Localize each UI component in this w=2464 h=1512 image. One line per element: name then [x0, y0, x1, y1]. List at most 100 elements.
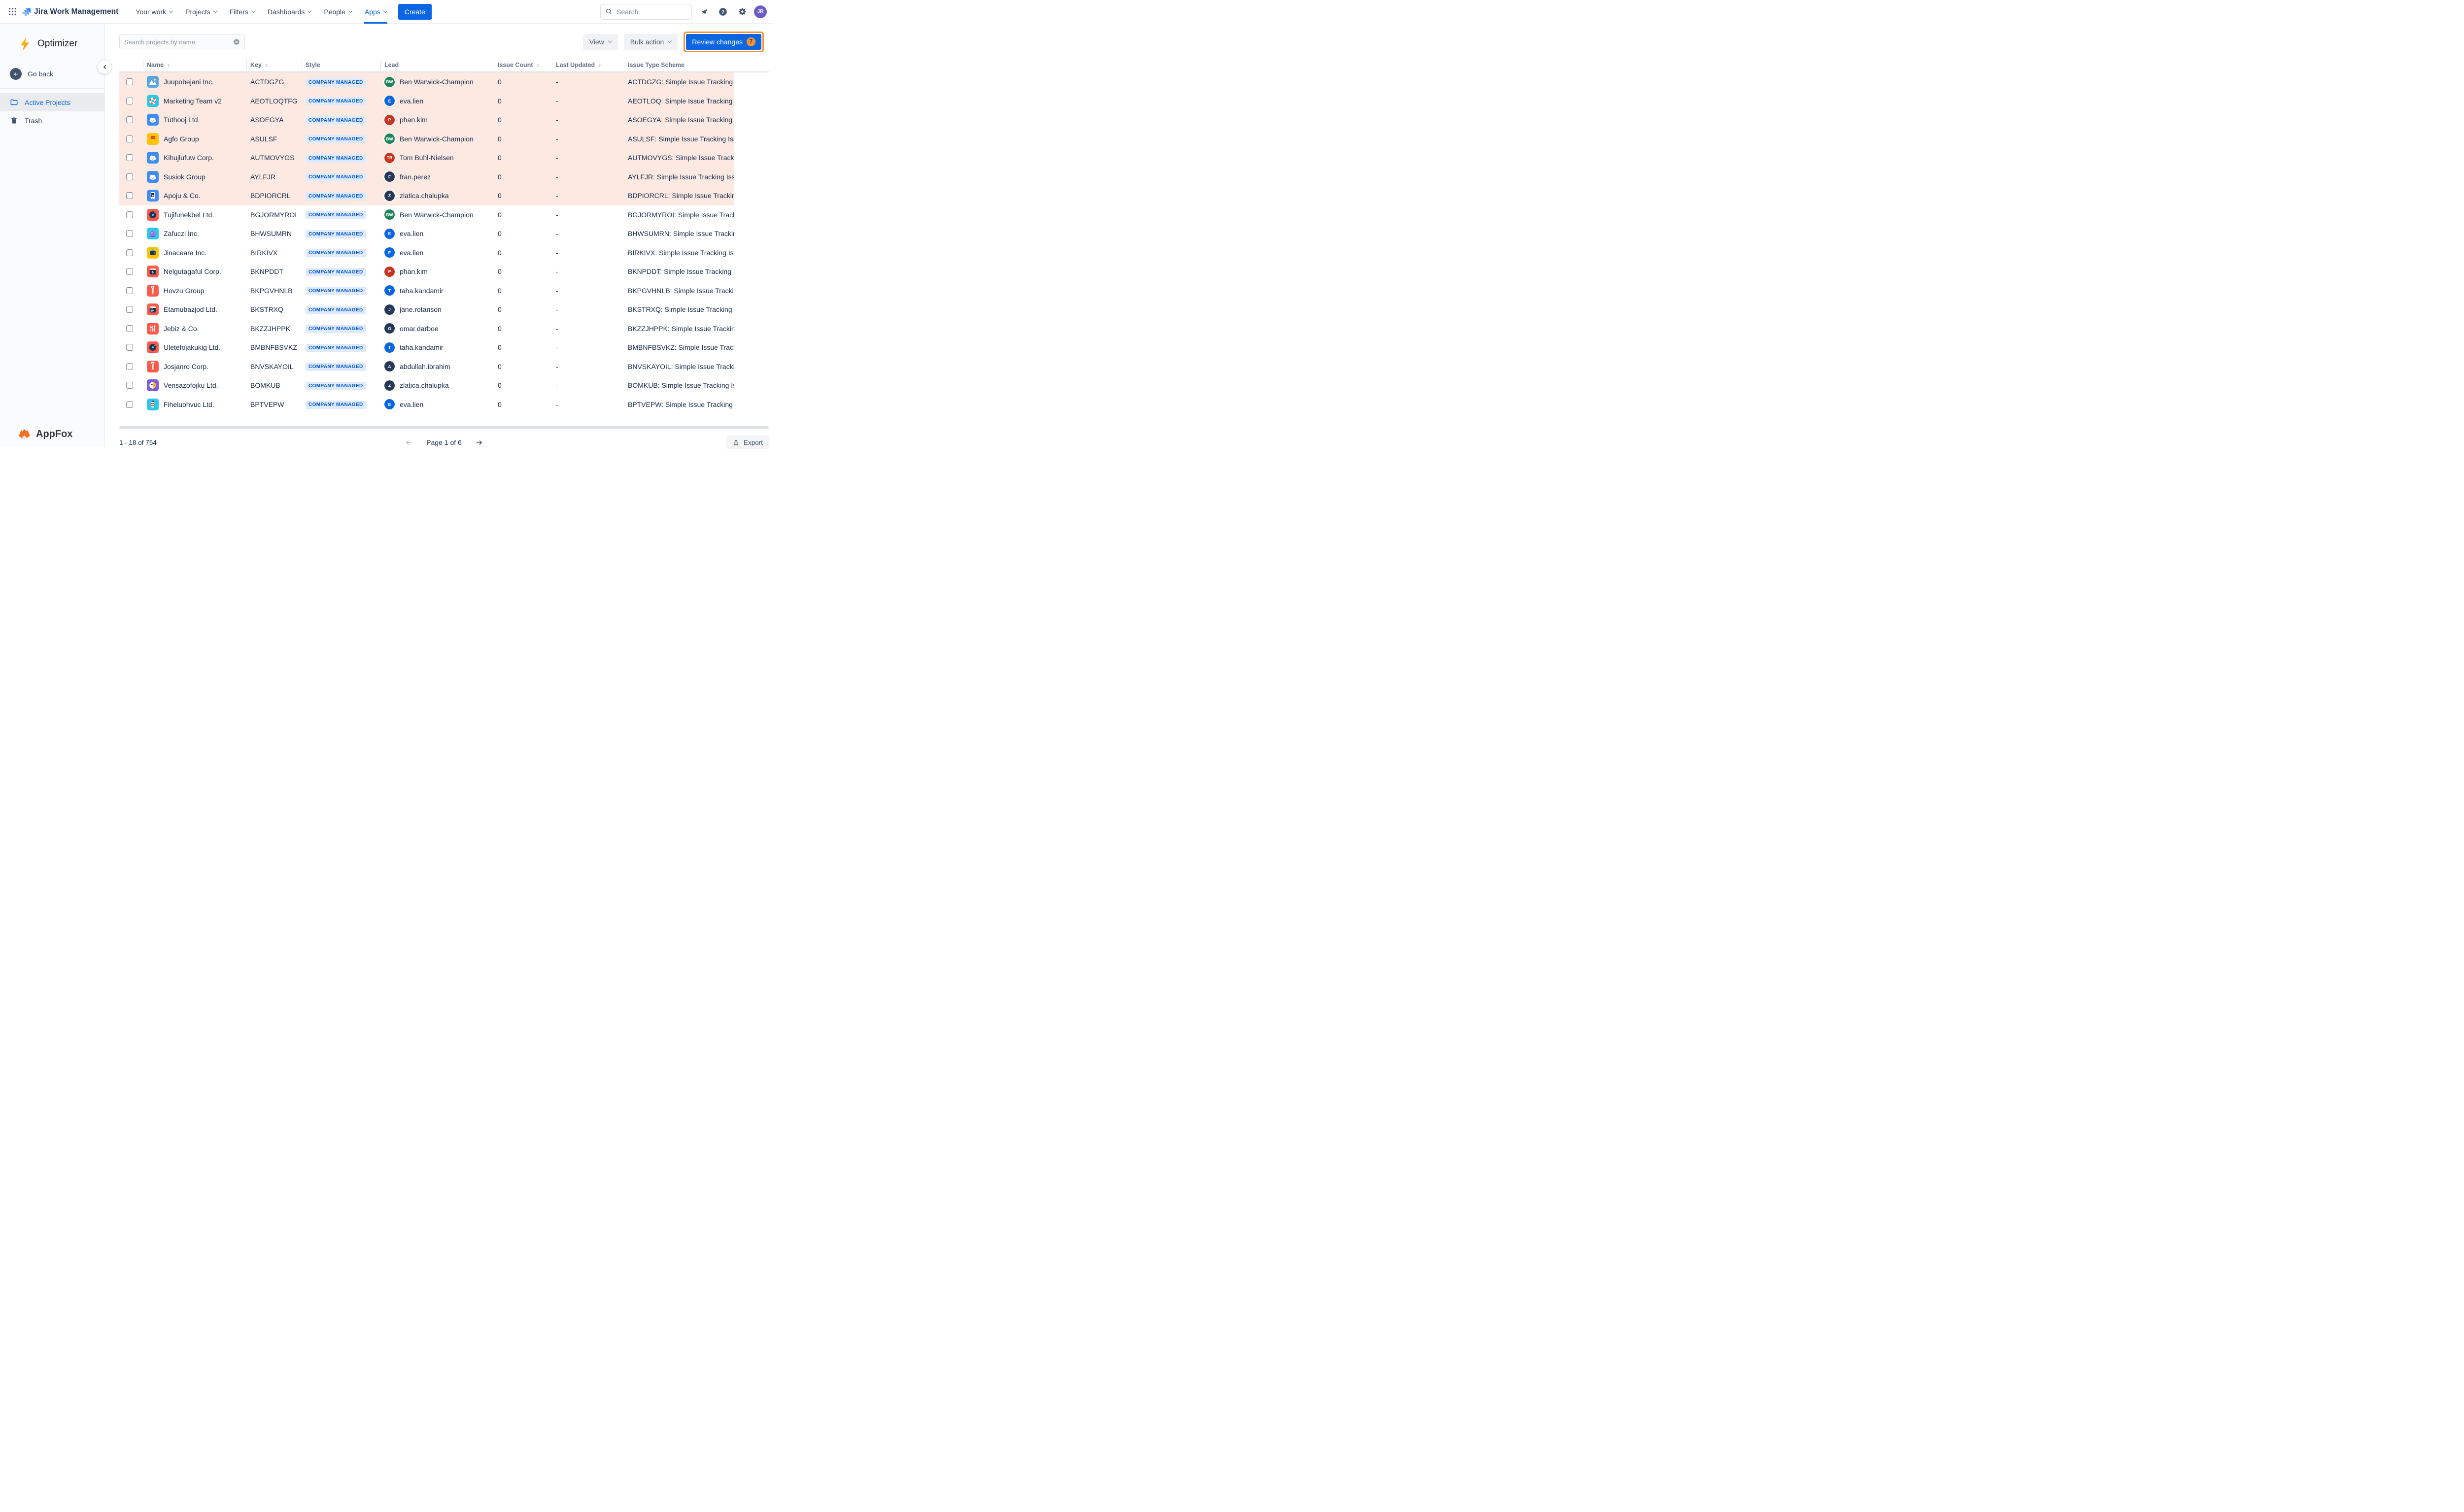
- column-header-last-updated[interactable]: Last Updated: [552, 60, 624, 70]
- export-button[interactable]: Export: [726, 436, 769, 449]
- row-checkbox[interactable]: [126, 116, 133, 123]
- nav-item-label: Apps: [365, 8, 380, 16]
- user-avatar[interactable]: JR: [754, 5, 767, 18]
- row-checkbox[interactable]: [126, 268, 133, 275]
- column-header-issue-count[interactable]: Issue Count: [494, 60, 552, 70]
- column-header-key[interactable]: Key: [246, 60, 302, 70]
- project-style-cell: COMPANY MANAGED: [302, 77, 380, 87]
- nav-item-apps[interactable]: Apps: [358, 0, 393, 24]
- sort-arrows-icon: [264, 63, 269, 67]
- lead-avatar: TB: [384, 153, 395, 163]
- row-checkbox[interactable]: [126, 382, 133, 389]
- row-checkbox[interactable]: [126, 135, 133, 142]
- next-page-arrow-icon[interactable]: [475, 438, 483, 447]
- lead-cell: Ttaha.kandamir: [380, 285, 494, 296]
- help-icon[interactable]: ?: [716, 4, 730, 19]
- issue-type-scheme-cell: AUTMOVYGS: Simple Issue Tracki…: [624, 154, 734, 162]
- sidebar-item-active-projects[interactable]: Active Projects: [0, 93, 104, 111]
- issue-count-cell: 0: [494, 211, 552, 219]
- row-checkbox[interactable]: [126, 230, 133, 237]
- clear-search-icon[interactable]: [233, 38, 240, 45]
- style-badge: COMPANY MANAGED: [306, 192, 366, 201]
- create-button[interactable]: Create: [398, 4, 432, 20]
- view-dropdown[interactable]: View: [583, 34, 618, 50]
- nav-item-label: Your work: [136, 8, 166, 16]
- row-checkbox[interactable]: [126, 192, 133, 199]
- row-checkbox[interactable]: [126, 287, 133, 294]
- horizontal-scrollbar[interactable]: [119, 426, 769, 429]
- row-checkbox-cell: [119, 78, 143, 85]
- column-header-name[interactable]: Name: [143, 60, 246, 70]
- row-checkbox[interactable]: [126, 325, 133, 332]
- project-name: Zafuczi Inc.: [164, 230, 199, 237]
- issue-count-cell: 0: [494, 343, 552, 351]
- global-search-placeholder: Search: [616, 8, 638, 16]
- table-row: Marketing Team v2AEOTLOQTFGCOMPANY MANAG…: [119, 92, 734, 111]
- review-changes-button[interactable]: Review changes 7: [686, 34, 761, 50]
- nav-item-projects[interactable]: Projects: [179, 0, 223, 24]
- nav-item-label: People: [324, 8, 345, 16]
- jira-brand[interactable]: Jira Work Management: [22, 7, 118, 16]
- bulk-action-dropdown[interactable]: Bulk action: [624, 34, 678, 50]
- settings-gear-icon[interactable]: [735, 4, 750, 19]
- project-style-cell: COMPANY MANAGED: [302, 115, 380, 125]
- nav-item-dashboards[interactable]: Dashboards: [261, 0, 318, 24]
- sidebar-collapse-button[interactable]: [98, 60, 111, 74]
- row-checkbox-cell: [119, 154, 143, 161]
- project-name: Vensazofojku Ltd.: [164, 381, 218, 389]
- nav-item-your-work[interactable]: Your work: [129, 0, 179, 24]
- column-header-label: Last Updated: [556, 62, 595, 68]
- project-style-cell: COMPANY MANAGED: [302, 362, 380, 371]
- export-label: Export: [744, 439, 763, 446]
- row-checkbox[interactable]: [126, 344, 133, 351]
- style-badge: COMPANY MANAGED: [306, 173, 366, 181]
- sidebar-divider: [0, 88, 104, 89]
- style-badge: COMPANY MANAGED: [306, 344, 366, 352]
- row-checkbox[interactable]: [126, 249, 133, 256]
- row-checkbox-cell: [119, 173, 143, 180]
- row-checkbox[interactable]: [126, 154, 133, 161]
- flag-icon: [147, 133, 159, 145]
- orb-icon: [147, 228, 159, 239]
- nav-item-label: Filters: [230, 8, 248, 16]
- row-checkbox[interactable]: [126, 211, 133, 218]
- lead-name: zlatica.chalupka: [400, 381, 449, 389]
- project-style-cell: COMPANY MANAGED: [302, 381, 380, 390]
- last-updated-cell: -: [552, 249, 624, 257]
- project-style-cell: COMPANY MANAGED: [302, 191, 380, 201]
- go-back-button[interactable]: Go back: [10, 68, 104, 80]
- result-range-text: 1 - 18 of 754: [119, 439, 157, 446]
- issue-type-scheme-cell: AEOTLOQ: Simple Issue Tracking I…: [624, 97, 734, 105]
- column-header-label: Style: [306, 62, 320, 68]
- project-search-input[interactable]: [124, 38, 225, 46]
- project-name-cell: Juupobejani Inc.: [143, 76, 246, 88]
- notifications-bell-icon[interactable]: [696, 4, 711, 19]
- project-key-cell: AYLFJR: [246, 173, 302, 181]
- project-name: Hovzu Group: [164, 287, 204, 295]
- style-badge: COMPANY MANAGED: [306, 135, 366, 143]
- lead-avatar: E: [384, 399, 395, 409]
- row-checkbox-cell: [119, 287, 143, 294]
- app-switcher-icon[interactable]: [5, 4, 20, 19]
- global-search-input[interactable]: Search: [600, 4, 692, 20]
- row-checkbox[interactable]: [126, 173, 133, 180]
- review-changes-count-badge: 7: [747, 37, 755, 46]
- sidebar-item-trash[interactable]: Trash: [0, 111, 104, 130]
- row-checkbox[interactable]: [126, 401, 133, 408]
- prev-page-arrow-icon[interactable]: [405, 438, 413, 447]
- project-key-cell: BNVSKAYOIL: [246, 363, 302, 370]
- last-updated-cell: -: [552, 211, 624, 219]
- table-row: Jebiz & Co.BKZZJHPPKCOMPANY MANAGEDOomar…: [119, 319, 734, 338]
- issue-type-scheme-cell: BDPIORCRL: Simple Issue Trackin…: [624, 192, 734, 200]
- row-checkbox[interactable]: [126, 363, 133, 370]
- optimizer-brand: Optimizer: [18, 35, 104, 52]
- project-name-cell: Susiok Group: [143, 171, 246, 183]
- nav-item-filters[interactable]: Filters: [223, 0, 261, 24]
- column-header-checkbox: [119, 60, 143, 70]
- row-checkbox[interactable]: [126, 98, 133, 104]
- nav-item-people[interactable]: People: [317, 0, 358, 24]
- row-checkbox[interactable]: [126, 306, 133, 313]
- row-checkbox[interactable]: [126, 78, 133, 85]
- issue-count-cell: 0: [494, 135, 552, 143]
- table-row: Vensazofojku Ltd.BOMKUBCOMPANY MANAGEDZz…: [119, 376, 734, 395]
